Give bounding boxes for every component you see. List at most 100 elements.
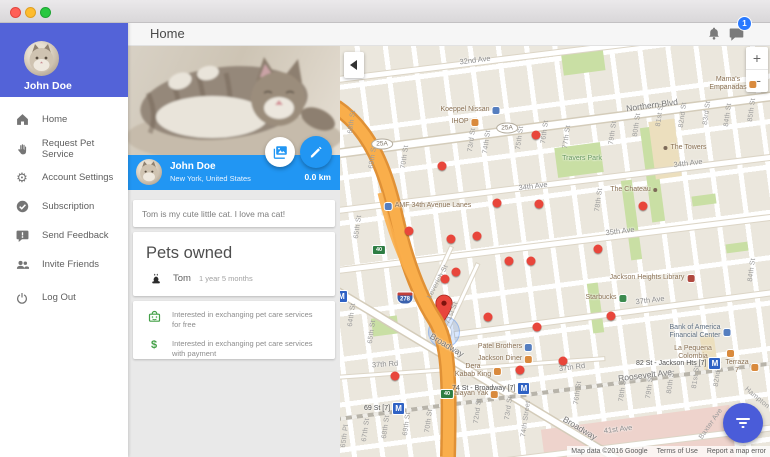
avatar[interactable] bbox=[24, 41, 59, 76]
poi-label[interactable]: Koeppel Nissan bbox=[440, 106, 500, 114]
pet-name: Tom bbox=[173, 273, 191, 284]
sidebar-item-subscription[interactable]: Subscription bbox=[0, 192, 128, 221]
street-label: Baxter Ave bbox=[697, 407, 725, 441]
route-shield: 25A bbox=[496, 122, 518, 134]
poi-label[interactable]: The Chateau bbox=[610, 186, 658, 194]
minimize-button[interactable] bbox=[25, 7, 36, 18]
route-shield: 40 bbox=[371, 245, 387, 255]
poi-text: Patel Brothers bbox=[477, 342, 523, 350]
terms-of-use-link[interactable]: Terms of Use bbox=[657, 448, 698, 455]
messages-badge: 1 bbox=[737, 16, 752, 31]
poi-text: Bank of America Financial Center bbox=[669, 323, 721, 339]
poi-label[interactable]: Terraza 7 bbox=[725, 358, 759, 375]
street-label: 85th St bbox=[746, 97, 758, 123]
pet-row[interactable]: Tom 1 year 5 months bbox=[151, 273, 335, 284]
profile-avatar[interactable] bbox=[136, 159, 162, 185]
check-circle-icon bbox=[15, 200, 29, 214]
pet-marker-dot[interactable] bbox=[451, 267, 461, 277]
edit-profile-button[interactable] bbox=[300, 136, 332, 168]
report-map-error-link[interactable]: Report a map error bbox=[707, 448, 766, 455]
page-title: Home bbox=[150, 26, 185, 41]
station-label: 82 St - Jackson Hts [7] bbox=[636, 360, 707, 367]
poi-label[interactable]: Starbucks bbox=[585, 294, 627, 302]
sidebar-item-home[interactable]: Home bbox=[0, 105, 128, 134]
poi-text: AMF 34th Avenue Lanes bbox=[394, 201, 472, 209]
street-label: 84th St bbox=[722, 102, 734, 128]
route-shield: 40 bbox=[439, 389, 455, 399]
poi-icon bbox=[494, 367, 502, 375]
pet-marker-dot[interactable] bbox=[526, 256, 536, 266]
pet-marker-dot[interactable] bbox=[504, 256, 514, 266]
interest-label: Interested in exchanging pet care servic… bbox=[172, 310, 313, 330]
sidebar-item-request-pet-service[interactable]: Request Pet Service bbox=[0, 134, 128, 163]
poi-icon bbox=[384, 202, 392, 210]
poi-label[interactable]: IHOP bbox=[451, 117, 479, 126]
pet-marker-dot[interactable] bbox=[534, 199, 544, 209]
street-label: 74th St bbox=[481, 129, 493, 155]
street-label: 84th St bbox=[746, 257, 758, 283]
close-button[interactable] bbox=[10, 7, 21, 18]
notifications-bell-icon[interactable] bbox=[707, 26, 721, 46]
pet-marker-dot[interactable] bbox=[606, 311, 616, 321]
pet-marker-dot[interactable] bbox=[472, 231, 482, 241]
poi-label[interactable]: AMF 34th Avenue Lanes bbox=[384, 201, 472, 210]
pet-marker-dot[interactable] bbox=[483, 312, 493, 322]
poi-text: Terraza 7 bbox=[725, 358, 749, 374]
street-label: 77th St bbox=[561, 124, 573, 150]
poi-label[interactable]: Bank of America Financial Center bbox=[670, 324, 731, 340]
cat-icon bbox=[152, 273, 160, 284]
route-shield: 278 bbox=[396, 291, 414, 305]
poi-label[interactable]: Mama's Empanadas bbox=[709, 76, 757, 92]
poi-icon bbox=[723, 328, 731, 336]
sidebar-item-invite-friends[interactable]: Invite Friends bbox=[0, 250, 128, 279]
avenue-label: Broadway bbox=[428, 330, 466, 360]
poi-text: IHOP bbox=[451, 117, 469, 125]
sidebar-item-label: Account Settings bbox=[42, 172, 114, 183]
poi-label[interactable]: The Towers bbox=[663, 144, 707, 152]
sidebar: John Doe Home Request Pet Service ⚙ Acco… bbox=[0, 22, 128, 457]
poi-label[interactable]: Patel Brothers bbox=[477, 342, 533, 351]
avenue-label: 32nd Ave bbox=[458, 53, 492, 67]
subway-m-icon: M bbox=[708, 357, 722, 370]
poi-label[interactable]: Jackson Heights Library bbox=[610, 274, 695, 282]
subway-station[interactable]: 74 St - Broadway [7] M bbox=[452, 382, 531, 395]
pet-marker-dot[interactable] bbox=[558, 356, 568, 366]
map-attribution: Map data ©2016 Google Terms of Use Repor… bbox=[567, 446, 770, 457]
sidebar-item-label: Log Out bbox=[42, 292, 76, 303]
subway-station[interactable]: 65 St [M R]M bbox=[340, 290, 349, 303]
pet-marker-dot[interactable] bbox=[437, 161, 447, 171]
pet-marker-dot[interactable] bbox=[492, 198, 502, 208]
fullscreen-button[interactable] bbox=[40, 7, 51, 18]
pet-marker-dot[interactable] bbox=[446, 234, 456, 244]
change-photo-button[interactable] bbox=[265, 137, 295, 167]
pet-marker-dot[interactable] bbox=[531, 130, 541, 140]
poi-icon bbox=[525, 343, 533, 351]
poi-label[interactable]: Dera Kabab King bbox=[455, 363, 502, 379]
app-window: John Doe Home Request Pet Service ⚙ Acco… bbox=[0, 0, 770, 457]
street-label: 65th St bbox=[352, 214, 364, 240]
pets-card: Pets owned Tom 1 year 5 months bbox=[133, 232, 335, 296]
pencil-icon bbox=[310, 146, 322, 158]
sidebar-item-send-feedback[interactable]: Send Feedback bbox=[0, 221, 128, 250]
poi-icon bbox=[492, 106, 500, 114]
subway-station[interactable]: 82 St - Jackson Hts [7] M bbox=[636, 357, 722, 370]
street-label: 80th St bbox=[631, 112, 643, 138]
map[interactable]: 68th St 69th St 70th St 73rd St 74th St 75th … bbox=[340, 45, 770, 457]
pet-marker-dot[interactable] bbox=[390, 371, 400, 381]
sidebar-item-account-settings[interactable]: ⚙ Account Settings bbox=[0, 163, 128, 192]
pet-marker-dot[interactable] bbox=[593, 244, 603, 254]
pet-marker-dot[interactable] bbox=[515, 365, 525, 375]
poi-icon bbox=[619, 294, 627, 302]
avenue-label: Broadway bbox=[561, 413, 599, 443]
poi-icon bbox=[653, 187, 658, 192]
pet-marker-dot[interactable] bbox=[532, 322, 542, 332]
poi-label[interactable]: Jackson Diner bbox=[478, 355, 533, 363]
poi-label[interactable]: Travers Park bbox=[562, 155, 602, 163]
sidebar-item-log-out[interactable]: Log Out bbox=[0, 283, 128, 312]
pet-marker-dot[interactable] bbox=[440, 274, 450, 284]
street-label: 73rd St bbox=[503, 395, 515, 421]
subway-station[interactable]: 69 St [7] M bbox=[364, 402, 406, 415]
pet-marker-dot[interactable] bbox=[638, 201, 648, 211]
pet-marker-dot[interactable] bbox=[404, 226, 414, 236]
sidebar-item-label: Invite Friends bbox=[42, 259, 100, 270]
